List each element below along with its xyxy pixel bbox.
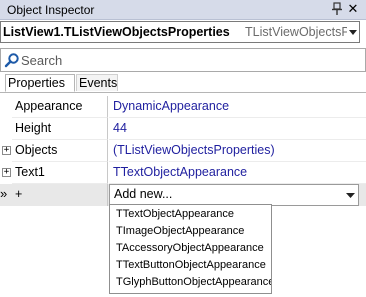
pin-icon[interactable] xyxy=(331,2,343,16)
tab-bar: Properties Events xyxy=(0,74,366,93)
property-name: Appearance xyxy=(12,96,108,118)
property-value[interactable]: DynamicAppearance xyxy=(109,96,366,118)
property-name: Objects xyxy=(12,140,108,162)
dropdown-item[interactable]: TTextButtonObjectAppearance xyxy=(110,257,271,274)
property-row-height[interactable]: Height 44 xyxy=(0,118,366,140)
chevron-down-icon[interactable] xyxy=(347,24,359,40)
property-row-text1[interactable]: + Text1 TTextObjectAppearance xyxy=(0,162,366,184)
property-value[interactable]: 44 xyxy=(109,118,366,140)
expand-icon[interactable]: + xyxy=(2,168,11,177)
property-value[interactable]: (TListViewObjectsProperties) xyxy=(109,140,366,162)
add-new-combo[interactable]: Add new... xyxy=(109,184,359,206)
chevron-down-icon[interactable] xyxy=(343,186,358,204)
combo-value: Add new... xyxy=(114,187,173,201)
window-title: Object Inspector xyxy=(7,3,95,17)
dropdown-item[interactable]: TGlyphButtonObjectAppearance xyxy=(110,274,271,291)
object-selector[interactable]: ListView1.TListViewObjectsProperties TLi… xyxy=(0,21,360,43)
object-type: TListViewObjectsP xyxy=(245,25,347,39)
search-input[interactable] xyxy=(21,50,351,70)
property-grid: Appearance DynamicAppearance Height 44 +… xyxy=(0,96,366,208)
tab-properties[interactable]: Properties xyxy=(5,74,75,92)
dropdown-item[interactable]: TTextObjectAppearance xyxy=(110,206,271,223)
expand-icon[interactable]: + xyxy=(2,146,11,155)
property-row-appearance[interactable]: Appearance DynamicAppearance xyxy=(0,96,366,118)
tab-events[interactable]: Events xyxy=(76,74,118,91)
property-value[interactable]: TTextObjectAppearance xyxy=(109,162,366,184)
search-icon xyxy=(4,53,19,68)
close-icon[interactable]: ✕ xyxy=(346,1,360,17)
property-row-objects[interactable]: + Objects (TListViewObjectsProperties) xyxy=(0,140,366,162)
selected-row-marker: » xyxy=(0,186,7,201)
dropdown-item[interactable]: TImageObjectAppearance xyxy=(110,223,271,240)
property-name: Height xyxy=(12,118,108,140)
dropdown-list: TTextObjectAppearance TImageObjectAppear… xyxy=(109,204,272,294)
object-name: ListView1.TListViewObjectsProperties xyxy=(3,25,230,39)
property-name: Text1 xyxy=(12,162,108,184)
dropdown-item[interactable]: TAccessoryObjectAppearance xyxy=(110,240,271,257)
property-name: + xyxy=(12,184,108,206)
search-box xyxy=(0,48,366,72)
title-bar: Object Inspector ✕ xyxy=(0,0,366,20)
property-row-add-new[interactable]: » + Add new... xyxy=(0,184,366,206)
